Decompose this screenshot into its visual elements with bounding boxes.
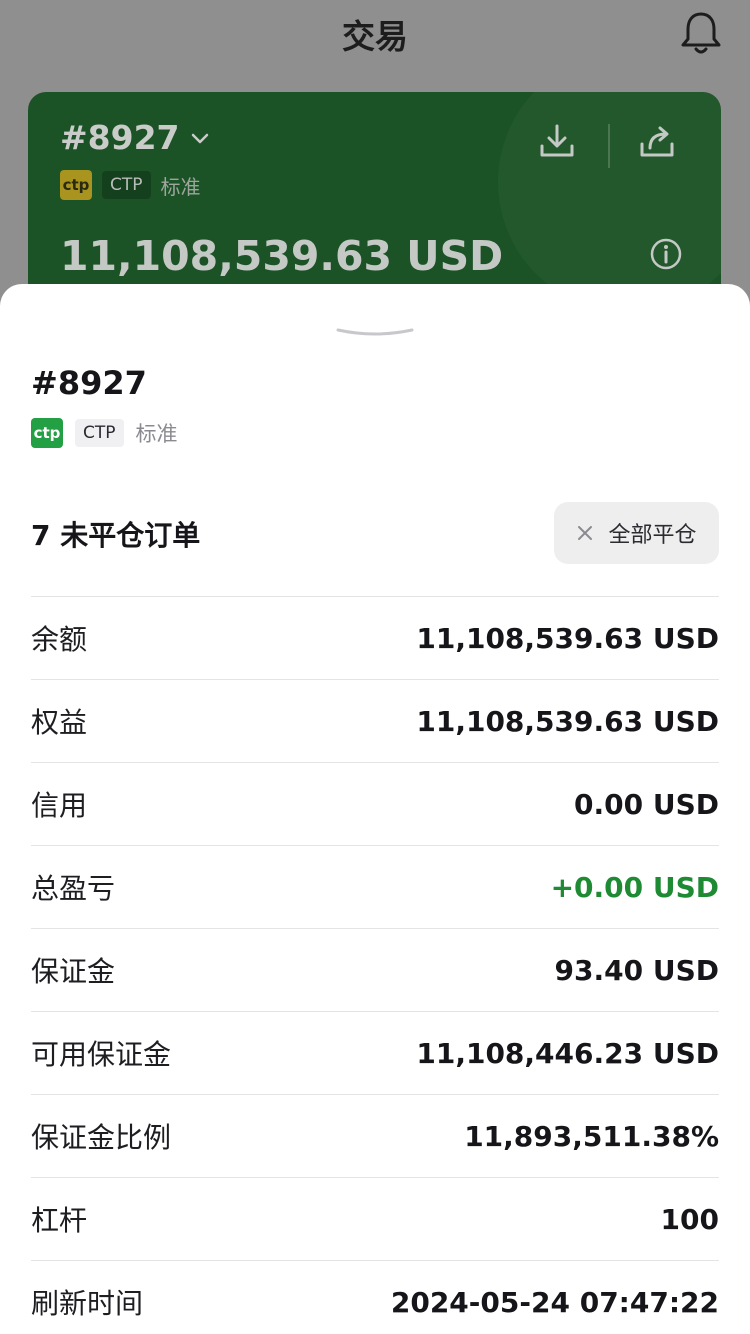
row-label: 信用 bbox=[31, 789, 88, 822]
ctp-logo: ctp bbox=[60, 170, 92, 200]
account-number: #8927 bbox=[60, 118, 180, 157]
row-value: 93.40 USD bbox=[554, 953, 719, 987]
platform-badge: CTP bbox=[102, 171, 151, 199]
account-detail-sheet: #8927 ctp CTP 标准 7 未平仓订单 全部平仓 余额 11,108,… bbox=[0, 284, 750, 1334]
row-value: 2024-05-24 07:47:22 bbox=[390, 1285, 719, 1319]
close-all-label: 全部平仓 bbox=[608, 523, 697, 548]
row-value: 11,893,511.38% bbox=[464, 1119, 719, 1153]
row-label: 刷新时间 bbox=[31, 1287, 144, 1320]
info-row-refresh-time: 刷新时间 2024-05-24 07:47:22 bbox=[31, 1260, 719, 1334]
info-row-margin: 保证金 93.40 USD bbox=[31, 928, 719, 1011]
row-value: 11,108,539.63 USD bbox=[416, 621, 719, 655]
row-label: 杠杆 bbox=[31, 1204, 88, 1237]
account-info-list: 余额 11,108,539.63 USD 权益 11,108,539.63 US… bbox=[31, 596, 719, 1334]
share-icon[interactable] bbox=[636, 120, 678, 162]
bell-icon[interactable] bbox=[676, 8, 726, 58]
close-icon bbox=[578, 526, 593, 540]
ctp-logo: ctp bbox=[31, 418, 63, 448]
row-value: 11,108,446.23 USD bbox=[416, 1036, 719, 1070]
row-value: +0.00 USD bbox=[550, 870, 719, 904]
row-label: 可用保证金 bbox=[31, 1038, 172, 1071]
info-row-total-pnl: 总盈亏 +0.00 USD bbox=[31, 845, 719, 928]
row-label: 权益 bbox=[31, 706, 88, 739]
info-row-balance: 余额 11,108,539.63 USD bbox=[31, 596, 719, 679]
info-row-free-margin: 可用保证金 11,108,446.23 USD bbox=[31, 1011, 719, 1094]
page-title: 交易 bbox=[342, 17, 408, 56]
row-label: 余额 bbox=[31, 623, 88, 656]
info-row-leverage: 杠杆 100 bbox=[31, 1177, 719, 1260]
sheet-account-number: #8927 bbox=[31, 364, 147, 402]
account-selector[interactable]: #8927 bbox=[60, 118, 212, 157]
platform-badge: CTP bbox=[75, 419, 124, 447]
sheet-handle-icon[interactable] bbox=[334, 324, 416, 344]
sheet-account-tags: ctp CTP 标准 bbox=[31, 418, 178, 448]
card-divider bbox=[608, 124, 610, 168]
info-row-equity: 权益 11,108,539.63 USD bbox=[31, 679, 719, 762]
account-type: 标准 bbox=[135, 422, 178, 446]
row-value: 11,108,539.63 USD bbox=[416, 704, 719, 738]
info-icon[interactable] bbox=[648, 236, 684, 272]
top-bar: 交易 bbox=[0, 0, 750, 64]
row-label: 保证金 bbox=[31, 955, 116, 988]
info-row-margin-level: 保证金比例 11,893,511.38% bbox=[31, 1094, 719, 1177]
row-label: 保证金比例 bbox=[31, 1121, 172, 1154]
close-all-button[interactable]: 全部平仓 bbox=[554, 502, 719, 564]
card-balance: 11,108,539.63 USD bbox=[60, 232, 504, 280]
account-type: 标准 bbox=[160, 174, 201, 199]
row-label: 总盈亏 bbox=[31, 872, 116, 905]
info-row-credit: 信用 0.00 USD bbox=[31, 762, 719, 845]
open-orders-title: 7 未平仓订单 bbox=[31, 519, 201, 552]
row-value: 0.00 USD bbox=[574, 787, 719, 821]
row-value: 100 bbox=[660, 1202, 719, 1236]
download-icon[interactable] bbox=[536, 120, 578, 162]
chevron-down-icon bbox=[191, 133, 208, 143]
account-tags: ctp CTP 标准 bbox=[60, 170, 201, 200]
